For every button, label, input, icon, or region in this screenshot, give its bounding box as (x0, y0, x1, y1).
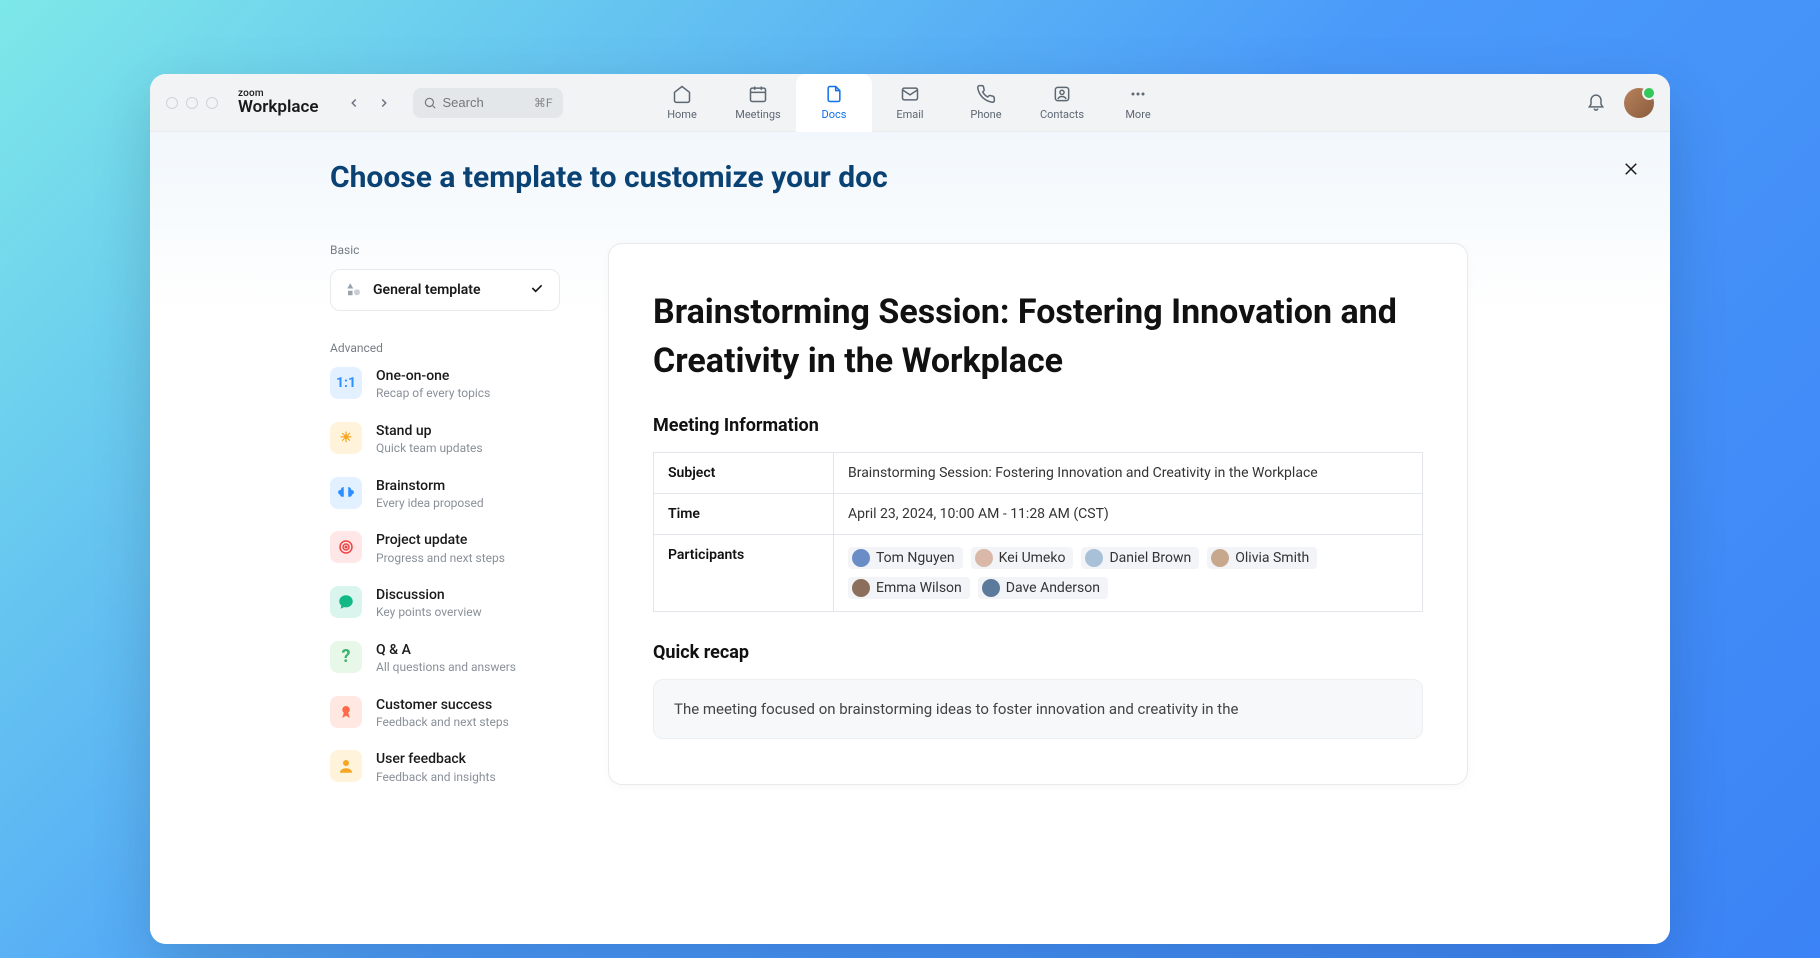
layout: Basic General template Advanced 1:1 One-… (330, 243, 1550, 785)
question-icon: ? (330, 641, 362, 673)
participant-chip[interactable]: Daniel Brown (1081, 547, 1199, 569)
tab-docs[interactable]: Docs (796, 74, 872, 132)
sun-icon: ☀ (330, 422, 362, 454)
app-window: zoom Workplace ⌘F Home Meetings (150, 74, 1670, 944)
nav-back-button[interactable] (341, 90, 367, 116)
close-button[interactable] (1616, 154, 1646, 188)
brain-icon (330, 477, 362, 509)
tab-more[interactable]: More (1100, 74, 1176, 132)
brand-logo: zoom Workplace (238, 89, 319, 116)
tab-meetings[interactable]: Meetings (720, 74, 796, 132)
meeting-info-table: Subject Brainstorming Session: Fostering… (653, 452, 1423, 612)
template-one-on-one[interactable]: 1:1 One-on-one Recap of every topics (330, 367, 560, 402)
participant-chip[interactable]: Dave Anderson (978, 577, 1108, 599)
participant-chip[interactable]: Olivia Smith (1207, 547, 1317, 569)
window-maximize-dot[interactable] (206, 97, 218, 109)
nav-forward-button[interactable] (371, 90, 397, 116)
page-title: Choose a template to customize your doc (330, 160, 1550, 195)
template-customer-success[interactable]: Customer success Feedback and next steps (330, 696, 560, 731)
template-user-feedback[interactable]: User feedback Feedback and insights (330, 750, 560, 785)
tab-email[interactable]: Email (872, 74, 948, 132)
recap-text: The meeting focused on brainstorming ide… (653, 679, 1423, 740)
template-project-update[interactable]: Project update Progress and next steps (330, 531, 560, 566)
template-qa[interactable]: ? Q & A All questions and answers (330, 641, 560, 676)
template-brainstorm[interactable]: Brainstorm Every idea proposed (330, 477, 560, 512)
brand-line2: Workplace (238, 99, 319, 116)
section-advanced-label: Advanced (330, 341, 560, 355)
participants-list: Tom Nguyen Kei Umeko Daniel Brown Olivia… (848, 547, 1408, 599)
subject-value: Brainstorming Session: Fostering Innovat… (834, 452, 1423, 493)
recap-heading: Quick recap (653, 642, 1423, 663)
person-icon (330, 750, 362, 782)
participant-chip[interactable]: Kei Umeko (971, 547, 1074, 569)
template-general-label: General template (373, 282, 481, 298)
row-subject: Subject Brainstorming Session: Fostering… (654, 452, 1423, 493)
time-value: April 23, 2024, 10:00 AM - 11:28 AM (CST… (834, 493, 1423, 534)
content-area: Choose a template to customize your doc … (150, 132, 1670, 944)
check-icon (529, 280, 545, 300)
window-close-dot[interactable] (166, 97, 178, 109)
participant-chip[interactable]: Emma Wilson (848, 577, 970, 599)
nav-tabs: Home Meetings Docs Email Phone Contacts (644, 74, 1176, 132)
tab-phone[interactable]: Phone (948, 74, 1024, 132)
template-standup[interactable]: ☀ Stand up Quick team updates (330, 422, 560, 457)
template-sidebar: Basic General template Advanced 1:1 One-… (330, 243, 560, 785)
history-nav (341, 90, 397, 116)
target-icon (330, 531, 362, 563)
search-box[interactable]: ⌘F (413, 88, 563, 118)
user-avatar[interactable] (1624, 88, 1654, 118)
chat-icon (330, 586, 362, 618)
template-discussion[interactable]: Discussion Key points overview (330, 586, 560, 621)
search-icon (423, 96, 437, 110)
participant-chip[interactable]: Tom Nguyen (848, 547, 963, 569)
participants-label: Participants (654, 534, 834, 611)
titlebar: zoom Workplace ⌘F Home Meetings (150, 74, 1670, 132)
row-participants: Participants Tom Nguyen Kei Umeko Daniel… (654, 534, 1423, 611)
traffic-lights (166, 97, 218, 109)
meeting-info-heading: Meeting Information (653, 415, 1423, 436)
shapes-icon (345, 281, 363, 299)
doc-preview: Brainstorming Session: Fostering Innovat… (608, 243, 1468, 785)
subject-label: Subject (654, 452, 834, 493)
titlebar-right (1586, 88, 1654, 118)
award-icon (330, 696, 362, 728)
section-basic-label: Basic (330, 243, 560, 257)
tab-contacts[interactable]: Contacts (1024, 74, 1100, 132)
window-minimize-dot[interactable] (186, 97, 198, 109)
search-input[interactable] (443, 95, 528, 110)
template-general[interactable]: General template (330, 269, 560, 311)
time-label: Time (654, 493, 834, 534)
template-list: 1:1 One-on-one Recap of every topics ☀ S… (330, 367, 560, 785)
search-shortcut: ⌘F (534, 96, 553, 110)
notifications-button[interactable] (1586, 91, 1606, 115)
one-on-one-icon: 1:1 (330, 367, 362, 399)
tab-home[interactable]: Home (644, 74, 720, 132)
row-time: Time April 23, 2024, 10:00 AM - 11:28 AM… (654, 493, 1423, 534)
doc-title: Brainstorming Session: Fostering Innovat… (653, 288, 1423, 387)
